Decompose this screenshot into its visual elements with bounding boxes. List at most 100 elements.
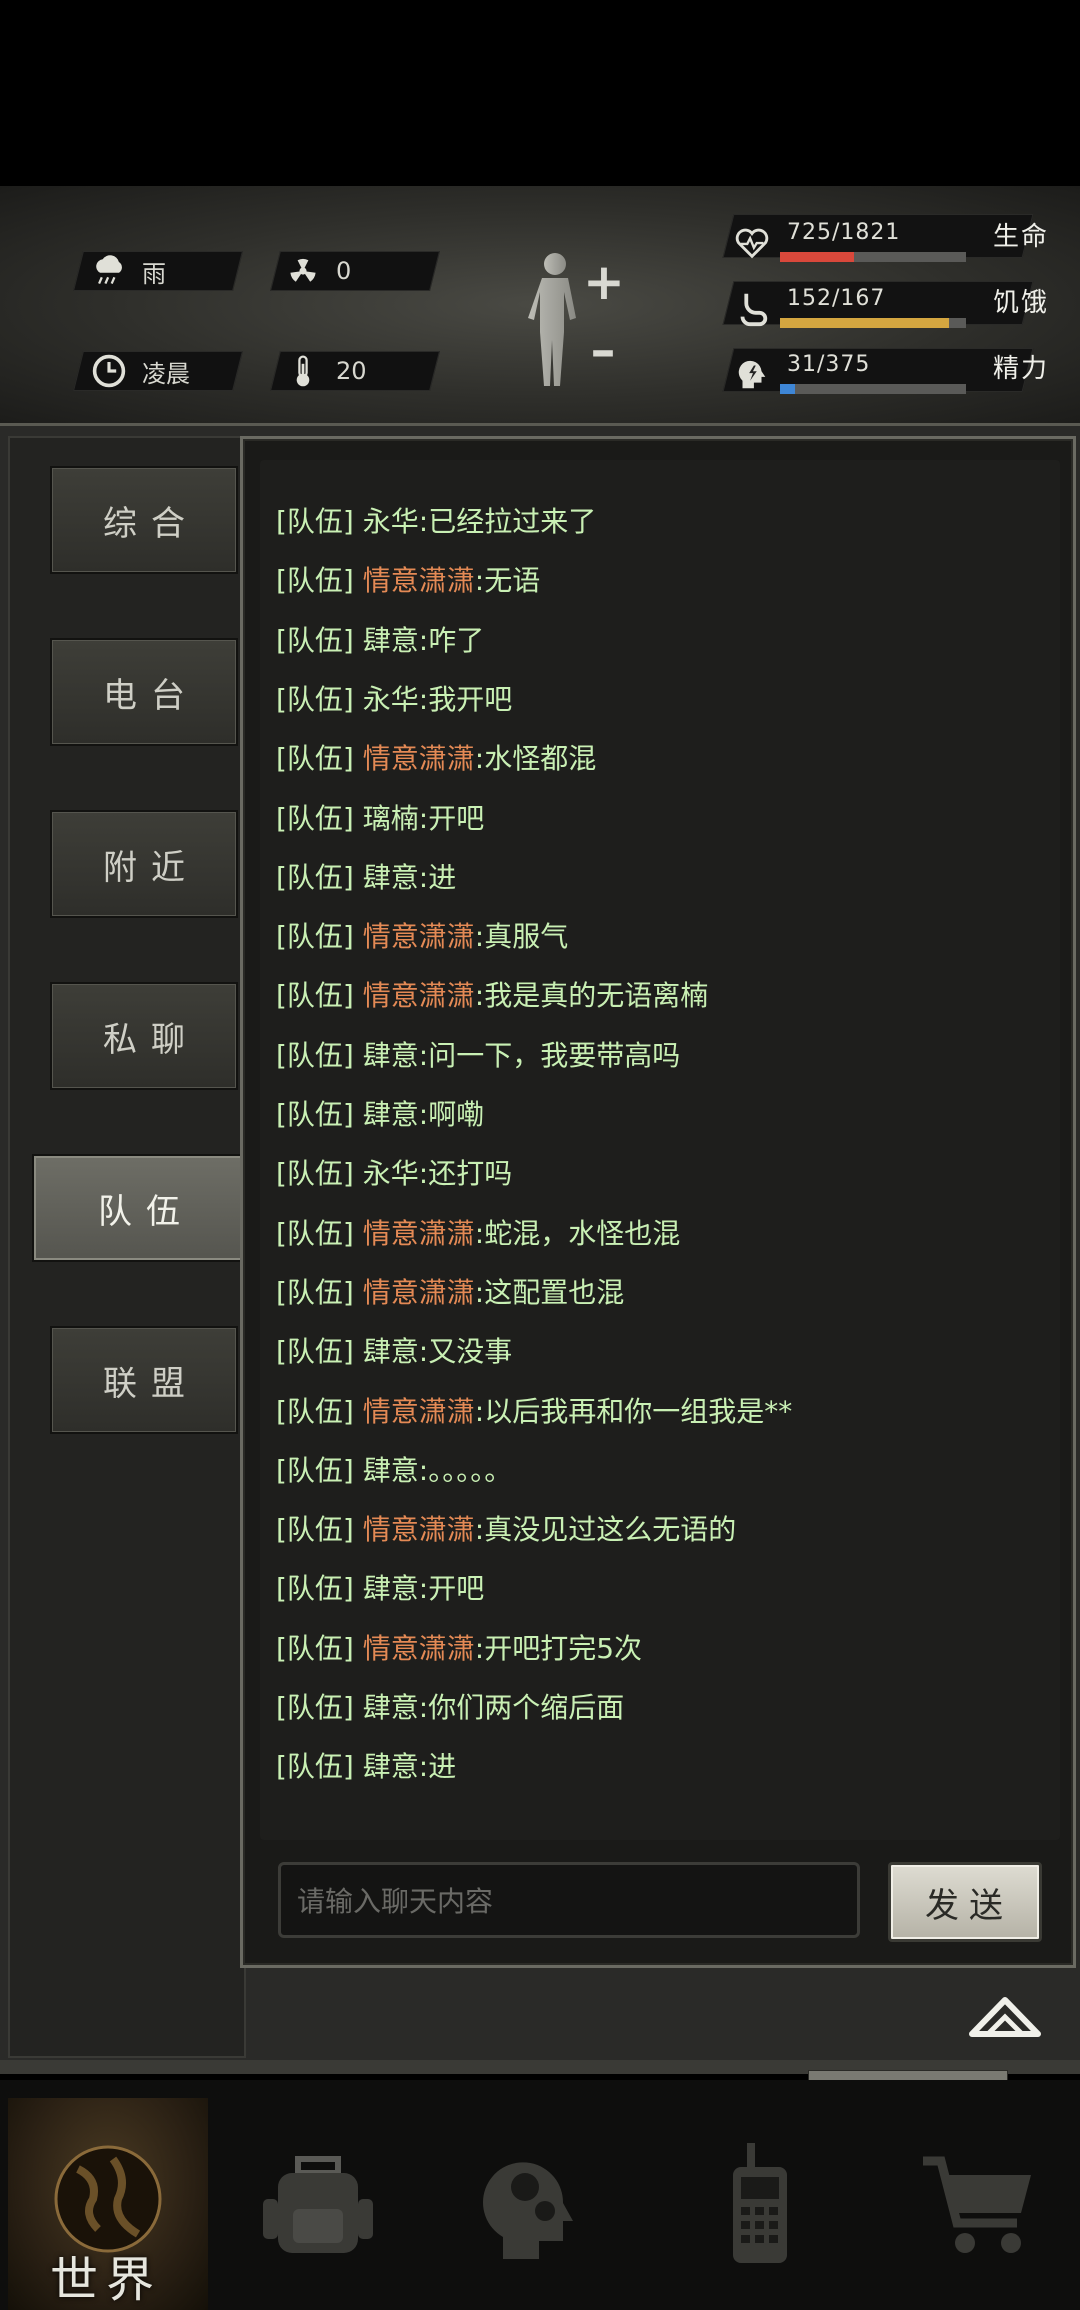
message-sender[interactable]: 永华 [363, 683, 419, 716]
message-sender[interactable]: 肆意 [363, 861, 419, 894]
message-text: :进 [418, 860, 457, 894]
chat-message[interactable]: [队伍] 情意潇潇:我是真的无语离楠 [276, 974, 708, 1014]
chat-message[interactable]: [队伍] 情意潇潇:开吧打完5次 [276, 1627, 642, 1667]
plus-icon[interactable]: + [583, 257, 625, 307]
message-sender[interactable]: 情意潇潇 [363, 1217, 475, 1250]
tab-general[interactable]: 综合 [50, 466, 238, 574]
chat-message[interactable]: [队伍] 情意潇潇:以后我再和你一组我是** [276, 1390, 792, 1430]
nav-skills[interactable] [428, 2098, 628, 2310]
message-sender[interactable]: 情意潇潇 [363, 742, 475, 775]
chat-message[interactable]: [队伍] 永华:已经拉过来了 [276, 500, 596, 540]
walkie-talkie-icon [733, 2143, 787, 2263]
chat-message[interactable]: [队伍] 肆意:进 [276, 1745, 456, 1785]
chat-input[interactable]: 请输入聊天内容 [278, 1862, 860, 1938]
radiation-indicator[interactable]: 0 [284, 251, 351, 291]
tab-private[interactable]: 私聊 [50, 982, 238, 1090]
hunger-value: 152/167 [787, 286, 886, 311]
tab-alliance[interactable]: 联盟 [50, 1326, 238, 1434]
hunger-stat[interactable]: 152/167 饥饿 [733, 286, 1063, 338]
minus-icon[interactable]: – [583, 325, 623, 375]
energy-stat[interactable]: 31/375 精力 [733, 352, 1063, 404]
top-blank-area [0, 0, 1080, 186]
chat-message[interactable]: [队伍] 情意潇潇:这配置也混 [276, 1271, 624, 1311]
channel-tag: [队伍] [276, 623, 354, 657]
nav-backpack[interactable] [218, 2098, 418, 2310]
message-sender[interactable]: 永华 [363, 505, 419, 538]
health-stat[interactable]: 725/1821 生命 [733, 220, 1063, 272]
collapse-chevron-up-icon[interactable] [968, 1990, 1042, 2040]
chat-message[interactable]: [队伍] 情意潇潇:水怪都混 [276, 737, 596, 777]
channel-tag: [队伍] [276, 505, 354, 538]
channel-tag: [队伍] [276, 682, 354, 716]
energy-head-icon [733, 356, 771, 394]
message-sender[interactable]: 肆意 [363, 1098, 419, 1131]
tab-nearby[interactable]: 附近 [50, 810, 238, 918]
message-sender[interactable]: 肆意 [363, 1750, 419, 1783]
message-sender[interactable]: 肆意 [363, 624, 419, 657]
time-indicator[interactable]: 凌晨 [90, 351, 190, 391]
message-text: :啊嘞 [418, 1098, 485, 1131]
chat-message[interactable]: [队伍] 永华:我开吧 [276, 678, 512, 718]
chat-message[interactable]: [队伍] 璃楠:开吧 [276, 797, 484, 837]
temperature-indicator[interactable]: 20 [284, 351, 367, 391]
message-text: :又没事 [418, 1335, 513, 1369]
channel-tag: [队伍] [276, 1157, 354, 1191]
message-sender[interactable]: 情意潇潇 [363, 1276, 475, 1309]
channel-tag: [队伍] [276, 1572, 354, 1606]
chat-message[interactable]: [队伍] 肆意:又没事 [276, 1330, 512, 1370]
message-sender[interactable]: 肆意 [363, 1691, 419, 1724]
channel-tag: [队伍] [276, 801, 354, 835]
clock-icon [90, 352, 128, 390]
message-text: :我开吧 [418, 682, 513, 716]
tab-radio[interactable]: 电台 [50, 638, 238, 746]
energy-bar-fill [780, 384, 796, 394]
message-sender[interactable]: 肆意 [363, 1454, 419, 1487]
nav-world-label: 世界 [50, 2252, 163, 2308]
chat-message[interactable]: [队伍] 情意潇潇:无语 [276, 559, 540, 599]
chat-message[interactable]: [队伍] 肆意:你们两个缩后面 [276, 1686, 624, 1726]
chat-message[interactable]: [队伍] 情意潇潇:真没见过这么无语的 [276, 1508, 736, 1548]
message-sender[interactable]: 情意潇潇 [363, 979, 475, 1012]
chat-message[interactable]: [队伍] 肆意:开吧 [276, 1567, 484, 1607]
message-sender[interactable]: 肆意 [363, 1039, 419, 1072]
chat-message[interactable]: [队伍] 肆意:啊嘞 [276, 1093, 484, 1133]
message-sender[interactable]: 情意潇潇 [363, 564, 475, 597]
message-text: :真服气 [474, 920, 569, 954]
channel-tag: [队伍] [276, 1453, 354, 1487]
message-sender[interactable]: 璃楠 [363, 802, 419, 835]
nav-shop[interactable] [880, 2098, 1080, 2310]
hunger-label: 饥饿 [993, 288, 1050, 318]
chat-message[interactable]: [队伍] 肆意:咋了 [276, 619, 484, 659]
nav-radio[interactable] [660, 2098, 860, 2310]
message-text: :咋了 [418, 623, 485, 657]
message-text: :你们两个缩后面 [418, 1691, 625, 1724]
thermometer-icon [284, 352, 322, 390]
chat-message[interactable]: [队伍] 情意潇潇:真服气 [276, 915, 568, 955]
chat-message[interactable]: [队伍] 肆意:进 [276, 856, 456, 896]
message-text: :进 [418, 1750, 457, 1784]
message-text: :。。。。。 [418, 1453, 513, 1487]
chat-message[interactable]: [队伍] 肆意:。。。。。 [276, 1449, 512, 1489]
message-text: :还打吗 [418, 1157, 513, 1191]
message-sender[interactable]: 情意潇潇 [363, 1395, 475, 1428]
message-sender[interactable]: 肆意 [363, 1335, 419, 1368]
weather-indicator[interactable]: 雨 [90, 251, 166, 291]
channel-tag: [队伍] [276, 860, 354, 894]
message-sender[interactable]: 情意潇潇 [363, 920, 475, 953]
tab-team[interactable]: 队伍 [32, 1154, 246, 1262]
message-text: :蛇混，水怪也混 [474, 1216, 681, 1250]
message-text: :问一下，我要带高吗 [418, 1038, 681, 1072]
energy-bar [780, 384, 966, 394]
chat-message[interactable]: [队伍] 肆意:问一下，我要带高吗 [276, 1034, 680, 1074]
rain-cloud-icon [90, 252, 128, 290]
channel-tag: [队伍] [276, 979, 354, 1013]
message-sender[interactable]: 情意潇潇 [363, 1513, 475, 1546]
message-sender[interactable]: 情意潇潇 [363, 1632, 475, 1665]
heart-icon [733, 224, 771, 262]
chat-message[interactable]: [队伍] 情意潇潇:蛇混，水怪也混 [276, 1212, 680, 1252]
send-button[interactable]: 发送 [888, 1862, 1042, 1942]
message-sender[interactable]: 肆意 [363, 1572, 419, 1605]
message-sender[interactable]: 永华 [363, 1157, 419, 1190]
health-bar-fill [780, 252, 855, 262]
chat-message[interactable]: [队伍] 永华:还打吗 [276, 1152, 512, 1192]
